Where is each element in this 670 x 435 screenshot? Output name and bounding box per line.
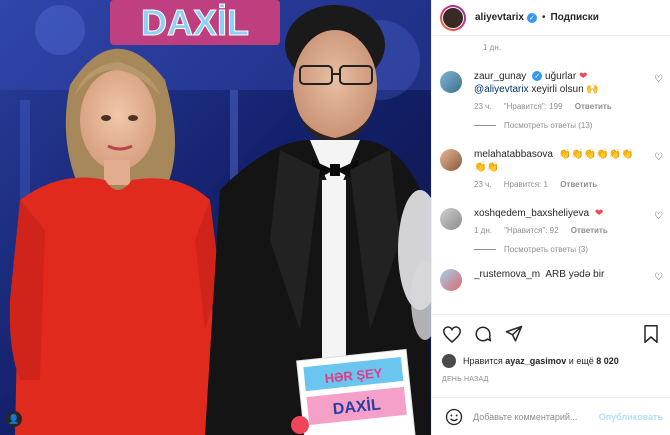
comment-likes[interactable]: Нравится: 1 <box>504 180 548 189</box>
comment-time[interactable]: 23 ч. <box>474 102 492 111</box>
likes-middle: и ещё <box>568 356 594 366</box>
heart-icon[interactable]: ♡ <box>654 152 663 163</box>
commenter-avatar[interactable] <box>440 71 462 93</box>
commenter-avatar[interactable] <box>440 208 462 230</box>
comment-item: _rustemova_m ARB yədə bir ♡ <box>440 268 663 291</box>
likes-summary[interactable]: Нравится ayaz_gasimov и ещё 8 020 <box>442 354 661 368</box>
smile-icon[interactable] <box>444 407 464 427</box>
comment-item: xoshqedem_baxsheliyeva ❤ 1 дн. "Нравится… <box>440 207 663 235</box>
post-image: DAXİL HƏR ŞEY DAXİL <box>0 0 431 435</box>
raised-hands-emoji: 🙌 <box>586 84 599 95</box>
heart-icon[interactable] <box>442 324 462 344</box>
commenter-username[interactable]: xoshqedem_baxsheliyeva <box>474 208 589 219</box>
comment-likes[interactable]: "Нравится": 199 <box>504 102 563 111</box>
comment-item: melahatabbasova 👏👏👏👏👏👏👏👏 23 ч. Нравится:… <box>440 148 663 189</box>
comment-time[interactable]: 1 дн. <box>474 226 492 235</box>
heart-icon[interactable]: ♡ <box>654 272 663 283</box>
caption-time: 1 дн. <box>483 43 501 52</box>
post-date[interactable]: ДЕНЬ НАЗАД <box>442 376 661 383</box>
comment-text: ARB yədə bir <box>545 269 605 280</box>
post-header: aliyevtarix ✓ • Подписки <box>432 0 670 36</box>
reply-button[interactable]: Ответить <box>560 180 597 189</box>
commenter-avatar[interactable] <box>440 149 462 171</box>
heart-icon[interactable]: ♡ <box>654 74 663 85</box>
heart-emoji: ❤ <box>594 208 604 219</box>
author-avatar[interactable] <box>440 4 466 31</box>
post-actions: Нравится ayaz_gasimov и ещё 8 020 ДЕНЬ Н… <box>432 314 670 383</box>
view-replies-button[interactable]: Посмотреть ответы (3) <box>474 245 663 254</box>
comment-item: zaur_gunay ✓ uğurlar ❤ @aliyevtarix xeyir… <box>440 70 663 111</box>
bookmark-icon[interactable] <box>641 324 661 344</box>
following-button[interactable]: Подписки <box>550 12 598 23</box>
verified-icon: ✓ <box>526 12 537 23</box>
view-replies-label: Посмотреть ответы (3) <box>504 245 589 254</box>
comment-time[interactable]: 23 ч. <box>474 180 492 189</box>
comment-input[interactable] <box>473 411 595 422</box>
user-tag-icon[interactable]: 👤 <box>6 411 22 427</box>
comment-text-2: xeyirli olsun <box>531 84 584 95</box>
add-comment-form: Опубликовать <box>432 397 670 435</box>
separator-dot: • <box>541 12 546 23</box>
backdrop-logo-text: DAXİL <box>141 2 249 43</box>
view-replies-button[interactable]: Посмотреть ответы (13) <box>474 121 663 130</box>
verified-icon: ✓ <box>532 71 543 82</box>
comment-text: uğurlar <box>545 71 577 82</box>
comments-list[interactable]: 1 дн. zaur_gunay ✓ uğurlar ❤ @aliyevtarix… <box>432 37 670 314</box>
commenter-username[interactable]: zaur_gunay <box>474 71 526 82</box>
commenter-username[interactable]: melahatabbasova <box>474 149 553 160</box>
likes-prefix: Нравится <box>463 356 503 366</box>
share-icon[interactable] <box>504 324 524 344</box>
comment-likes[interactable]: "Нравится": 92 <box>504 226 558 235</box>
liker-avatar <box>442 354 456 368</box>
divider-line <box>474 249 496 250</box>
post-photo[interactable]: DAXİL HƏR ŞEY DAXİL 👤 <box>0 0 431 435</box>
comment-icon[interactable] <box>473 324 493 344</box>
commenter-avatar[interactable] <box>440 269 462 291</box>
reply-button[interactable]: Ответить <box>575 102 612 111</box>
reply-button[interactable]: Ответить <box>571 226 608 235</box>
view-replies-label: Посмотреть ответы (13) <box>504 121 593 130</box>
mention-link[interactable]: @aliyevtarix <box>474 84 529 95</box>
post-side-panel: aliyevtarix ✓ • Подписки 1 дн. zaur_guna… <box>431 0 670 435</box>
liker-username[interactable]: ayaz_gasimov <box>505 356 566 366</box>
publish-button[interactable]: Опубликовать <box>599 412 663 422</box>
heart-icon[interactable]: ♡ <box>654 211 663 222</box>
likes-count[interactable]: 8 020 <box>596 356 619 366</box>
heart-emoji: ❤ <box>578 71 588 82</box>
author-username[interactable]: aliyevtarix <box>475 12 524 23</box>
commenter-username[interactable]: _rustemova_m <box>474 269 540 280</box>
divider-line <box>474 125 496 126</box>
